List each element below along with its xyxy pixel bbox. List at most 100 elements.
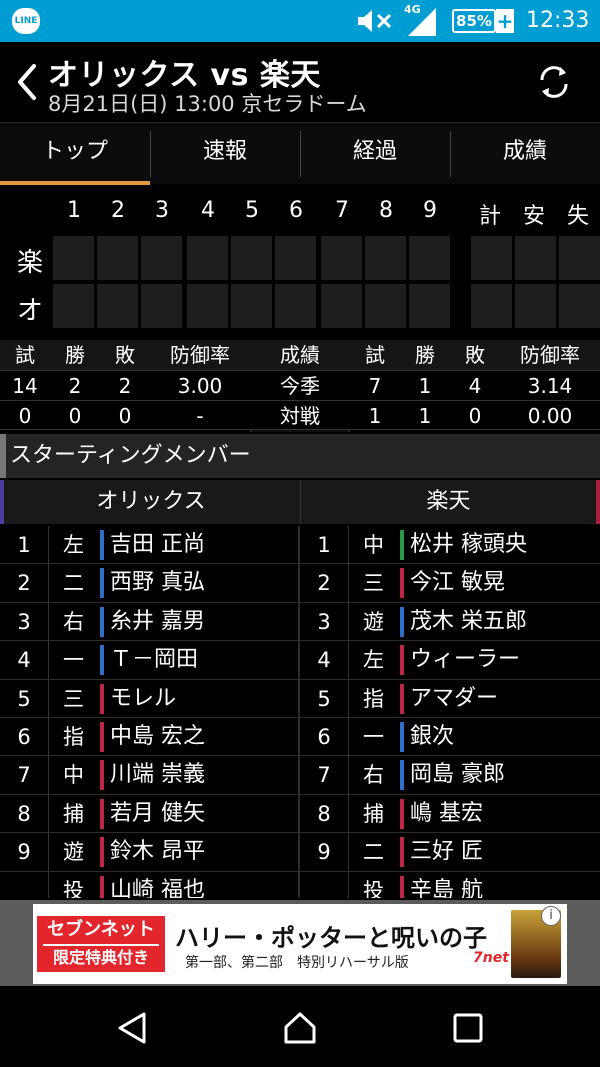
score-cell <box>275 236 316 280</box>
stat-header: 敗 <box>115 343 135 367</box>
score-cell <box>409 236 450 280</box>
player-name[interactable]: Ｔ－岡田 <box>100 645 198 676</box>
stat-value: - <box>196 404 204 428</box>
ad-bar: セブンネット 限定特典付き ハリー・ポッターと呪いの子 第一部、第二部 特別リハ… <box>0 900 600 986</box>
score-cell <box>515 236 556 280</box>
away-team-label: 楽天 <box>300 480 600 524</box>
stat-value: 2 <box>118 374 132 398</box>
pitcher-stats-table: 試 勝 敗 防御率 成績 試 勝 敗 防御率 14 2 2 3.00 今季 7 … <box>0 340 600 432</box>
stat-value: 1 <box>418 404 432 428</box>
lineup-row: 4 一 Ｔ－岡田 4 左ウィーラー <box>0 641 600 680</box>
header: オリックス vs 楽天 8月21日(日) 13:00 京セラドーム <box>0 42 600 122</box>
recents-nav-icon[interactable] <box>450 1010 486 1046</box>
fielding-position: 二 <box>48 564 98 603</box>
player-name[interactable]: 西野 真弘 <box>100 568 205 599</box>
fielding-position: 中 <box>48 756 98 795</box>
lineup-row: 5 三モレル 5 指アマダー <box>0 679 600 718</box>
batting-order: 5 <box>17 686 31 711</box>
lineup-row: 1 左吉田 正尚 1 中松井 稼頭央 <box>0 526 600 565</box>
player-name[interactable]: 今江 敏晃 <box>400 568 505 599</box>
column-divider <box>298 641 300 680</box>
ad-badge: セブンネット 限定特典付き <box>37 916 165 972</box>
stat-header: 試 <box>15 343 35 367</box>
stat-value: 1 <box>418 374 432 398</box>
batting-order: 7 <box>317 763 331 788</box>
ad-info-icon[interactable]: i <box>541 906 561 926</box>
stat-header: 試 <box>365 343 385 367</box>
fielding-position: 二 <box>348 833 398 872</box>
player-name[interactable]: 若月 健矢 <box>100 798 205 829</box>
player-name[interactable]: 銀次 <box>400 721 454 752</box>
score-cell <box>53 284 94 328</box>
stat-header: 防御率 <box>520 343 580 367</box>
refresh-icon[interactable] <box>534 62 574 102</box>
ad-badge-line2: 限定特典付き <box>43 944 159 970</box>
score-cell <box>141 284 182 328</box>
lineup-row: 6 指中島 宏之 6 一銀次 <box>0 717 600 757</box>
player-name[interactable]: 糸井 嘉男 <box>100 606 205 637</box>
batting-order: 7 <box>17 763 31 788</box>
player-name[interactable]: 松井 稼頭央 <box>400 530 527 560</box>
inning-header: 9 <box>423 198 437 223</box>
player-name[interactable]: 山崎 福也 <box>100 875 205 898</box>
score-cell <box>53 236 94 280</box>
back-arrow-icon[interactable] <box>12 62 42 102</box>
column-divider <box>298 717 300 756</box>
player-name[interactable]: 三好 匠 <box>400 837 483 868</box>
tab-results[interactable]: 成績 <box>450 123 600 185</box>
stat-value: 1 <box>368 404 382 428</box>
tab-live[interactable]: 速報 <box>150 123 300 185</box>
battery-indicator: 85% <box>452 9 496 33</box>
tab-progress[interactable]: 経過 <box>300 123 450 185</box>
batting-order: 6 <box>17 724 31 749</box>
lineup-list[interactable]: 1 左吉田 正尚 1 中松井 稼頭央 2 二西野 真弘 2 三今江 敏晃 3 右糸井 嘉男 3 遊茂木… <box>0 526 600 898</box>
player-name[interactable]: 川端 崇義 <box>100 760 205 791</box>
inning-header: 7 <box>335 198 349 223</box>
player-name[interactable]: 辛島 航 <box>400 875 483 898</box>
batting-order <box>0 872 48 898</box>
fielding-position: 三 <box>48 679 98 718</box>
player-name[interactable]: ウィーラー <box>400 645 520 676</box>
game-info: 8月21日(日) 13:00 京セラドーム <box>48 92 367 116</box>
ad-banner[interactable]: セブンネット 限定特典付き ハリー・ポッターと呪いの子 第一部、第二部 特別リハ… <box>33 904 567 984</box>
stat-value: 7 <box>368 374 382 398</box>
stat-value: 0 <box>68 404 82 428</box>
player-name[interactable]: 嶋 基宏 <box>400 798 483 829</box>
back-nav-icon[interactable] <box>114 1010 150 1046</box>
player-name[interactable]: 鈴木 昂平 <box>100 837 205 868</box>
fielding-position: 捕 <box>348 794 398 833</box>
stat-value: 3.14 <box>527 374 573 398</box>
fielding-position: 指 <box>48 717 98 756</box>
batting-order: 4 <box>17 648 31 673</box>
column-divider <box>298 756 300 795</box>
player-name[interactable]: モレル <box>100 683 176 714</box>
fielding-position: 中 <box>348 526 398 564</box>
home-team-label: オリックス <box>0 480 298 524</box>
score-cell <box>559 236 600 280</box>
score-cell <box>471 284 512 328</box>
7net-logo: 7net <box>473 950 509 966</box>
score-cell <box>559 284 600 328</box>
batting-order <box>300 872 348 898</box>
fielding-position: 遊 <box>48 833 98 872</box>
stats-header-row: 試 勝 敗 防御率 成績 試 勝 敗 防御率 <box>0 340 600 370</box>
score-cell <box>97 236 138 280</box>
lineup-row: 9 遊鈴木 昂平 9 二三好 匠 <box>0 833 600 872</box>
batting-order: 3 <box>317 609 331 634</box>
stat-value: 0 <box>118 404 132 428</box>
charging-icon: + <box>496 9 514 33</box>
stats-row-season: 14 2 2 3.00 今季 7 1 4 3.14 <box>0 370 600 400</box>
tab-top[interactable]: トップ <box>0 123 150 185</box>
home-nav-icon[interactable] <box>282 1010 318 1046</box>
line-app-icon: LINE <box>12 8 40 34</box>
inning-header: 8 <box>379 198 393 223</box>
player-name[interactable]: 中島 宏之 <box>100 721 205 752</box>
player-name[interactable]: 岡島 豪郎 <box>400 760 505 791</box>
player-name[interactable]: 茂木 栄五郎 <box>400 606 527 637</box>
status-bar: LINE 4G 85% + 12:33 <box>0 0 600 42</box>
batting-order: 1 <box>17 533 31 557</box>
score-cell <box>471 236 512 280</box>
player-name[interactable]: アマダー <box>400 683 498 714</box>
player-name[interactable]: 吉田 正尚 <box>100 530 205 560</box>
tab-bar: トップ 速報 経過 成績 <box>0 122 600 185</box>
